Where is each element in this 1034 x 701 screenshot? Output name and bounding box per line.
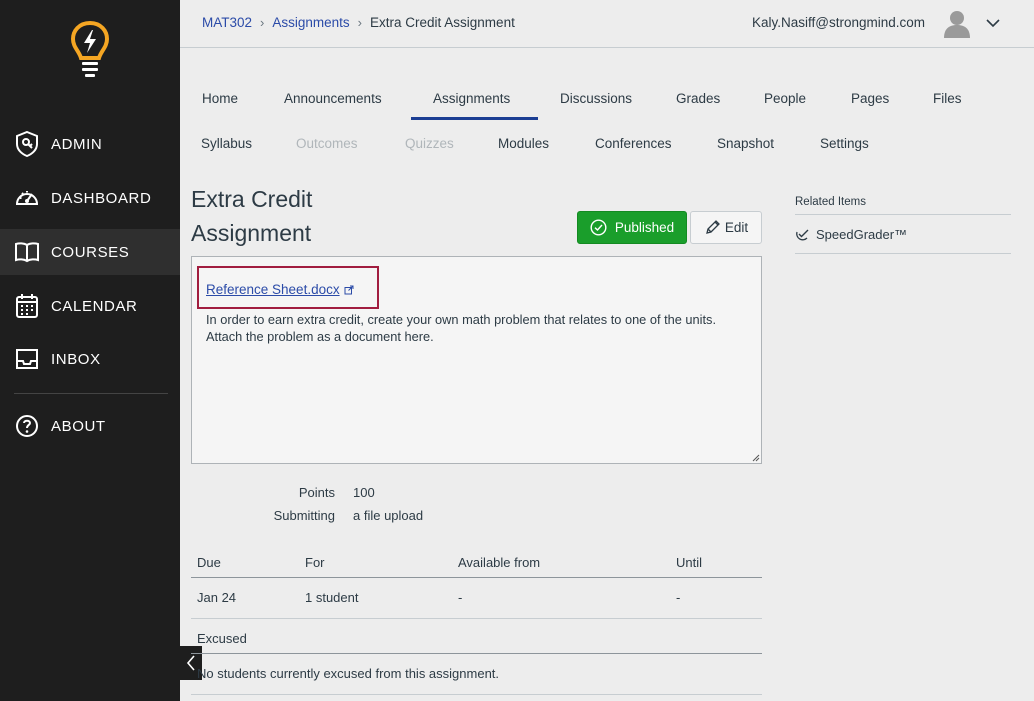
active-tab-underline [411, 117, 538, 120]
tab-syllabus[interactable]: Syllabus [201, 136, 252, 151]
excused-bottom-divider [191, 694, 762, 695]
chevron-right-icon: › [357, 15, 363, 30]
tab-outcomes: Outcomes [296, 136, 358, 151]
due-date-cell: Jan 24 [197, 590, 237, 605]
avatar[interactable] [942, 8, 972, 38]
for-cell: 1 student [305, 590, 359, 605]
chevron-right-icon: › [260, 15, 265, 30]
assignment-description: In order to earn extra credit, create yo… [206, 312, 717, 344]
tab-settings[interactable]: Settings [820, 136, 869, 151]
nav-dashboard[interactable]: DASHBOARD [0, 175, 180, 221]
nav-courses-label: COURSES [51, 243, 130, 261]
nav-dashboard-label: DASHBOARD [51, 189, 152, 207]
points-value: 100 [353, 485, 375, 500]
question-icon [14, 413, 40, 439]
until-header: Until [676, 555, 703, 570]
tab-grades[interactable]: Grades [676, 91, 720, 106]
submitting-label: Submitting [273, 508, 335, 523]
user-email: Kaly.Nasiff@strongmind.com [751, 15, 925, 30]
page-title: Extra Credit Assignment [191, 186, 313, 246]
top-header: MAT302 › Assignments › Extra Credit Assi… [180, 0, 1034, 48]
table-row-divider [191, 618, 762, 619]
points-label: Points [298, 485, 335, 500]
attachment-link-text: Reference Sheet.docx [206, 282, 340, 297]
for-header: For [305, 555, 325, 570]
published-button[interactable]: Published [577, 211, 687, 244]
tab-assignments[interactable]: Assignments [433, 91, 510, 106]
tab-files[interactable]: Files [933, 91, 962, 106]
breadcrumb-course[interactable]: MAT302 [202, 15, 252, 30]
global-nav-sidebar: ADMIN DASHBOARD COURSES CALENDAR INBOX A… [0, 0, 180, 701]
tab-snapshot[interactable]: Snapshot [717, 136, 774, 151]
tab-announcements[interactable]: Announcements [284, 91, 382, 106]
breadcrumb: MAT302 › Assignments › Extra Credit Assi… [202, 15, 515, 30]
edit-button[interactable]: Edit [690, 211, 762, 244]
speedgrader-link[interactable]: SpeedGrader™ [795, 227, 907, 242]
edit-label: Edit [724, 220, 749, 235]
submitting-value: a file upload [353, 508, 424, 523]
excused-header: Excused [197, 631, 247, 646]
lightbulb-logo[interactable] [70, 20, 110, 80]
published-label: Published [614, 220, 675, 235]
related-items-title: Related Items [795, 196, 866, 208]
resize-grip-icon[interactable] [751, 453, 760, 462]
attachment-link[interactable]: Reference Sheet.docx [206, 282, 354, 297]
nav-calendar-label: CALENDAR [51, 297, 138, 315]
nav-courses[interactable]: COURSES [0, 229, 180, 275]
calendar-icon [14, 293, 40, 319]
tab-pages[interactable]: Pages [851, 91, 889, 106]
nav-admin[interactable]: ADMIN [0, 121, 180, 167]
nav-admin-label: ADMIN [51, 135, 103, 153]
available-from-cell: - [458, 590, 463, 605]
nav-divider [14, 393, 168, 394]
due-header: Due [197, 555, 221, 570]
assignment-description-box: Reference Sheet.docx In order to earn ex… [191, 256, 762, 464]
breadcrumb-current: Extra Credit Assignment [370, 15, 515, 30]
excused-message: No students currently excused from this … [197, 666, 500, 681]
speedgrader-icon [796, 229, 809, 241]
tab-people[interactable]: People [764, 91, 806, 106]
available-from-header: Available from [458, 555, 541, 570]
tab-home[interactable]: Home [202, 91, 238, 106]
breadcrumb-assignments[interactable]: Assignments [272, 15, 349, 30]
nav-about[interactable]: ABOUT [0, 403, 180, 449]
excused-divider [191, 653, 762, 654]
tab-conferences[interactable]: Conferences [595, 136, 672, 151]
book-icon [14, 239, 40, 265]
inbox-icon [14, 346, 40, 372]
speedometer-icon [14, 185, 40, 211]
pencil-icon [705, 220, 720, 234]
tab-modules[interactable]: Modules [498, 136, 549, 151]
nav-inbox-label: INBOX [51, 350, 101, 368]
tab-quizzes: Quizzes [405, 136, 454, 151]
admin-shield-icon [14, 131, 40, 157]
table-header-divider [191, 577, 762, 578]
nav-about-label: ABOUT [51, 417, 106, 435]
tab-discussions[interactable]: Discussions [560, 91, 632, 106]
external-link-icon [344, 285, 354, 294]
related-divider-top [795, 214, 1011, 215]
until-cell: - [676, 590, 681, 605]
related-divider-bottom [795, 253, 1011, 254]
check-circle-icon [590, 219, 607, 236]
nav-inbox[interactable]: INBOX [0, 336, 180, 382]
nav-calendar[interactable]: CALENDAR [0, 283, 180, 329]
chevron-left-icon [186, 655, 195, 671]
speedgrader-label: SpeedGrader™ [816, 227, 908, 242]
chevron-down-icon[interactable] [986, 16, 1000, 30]
